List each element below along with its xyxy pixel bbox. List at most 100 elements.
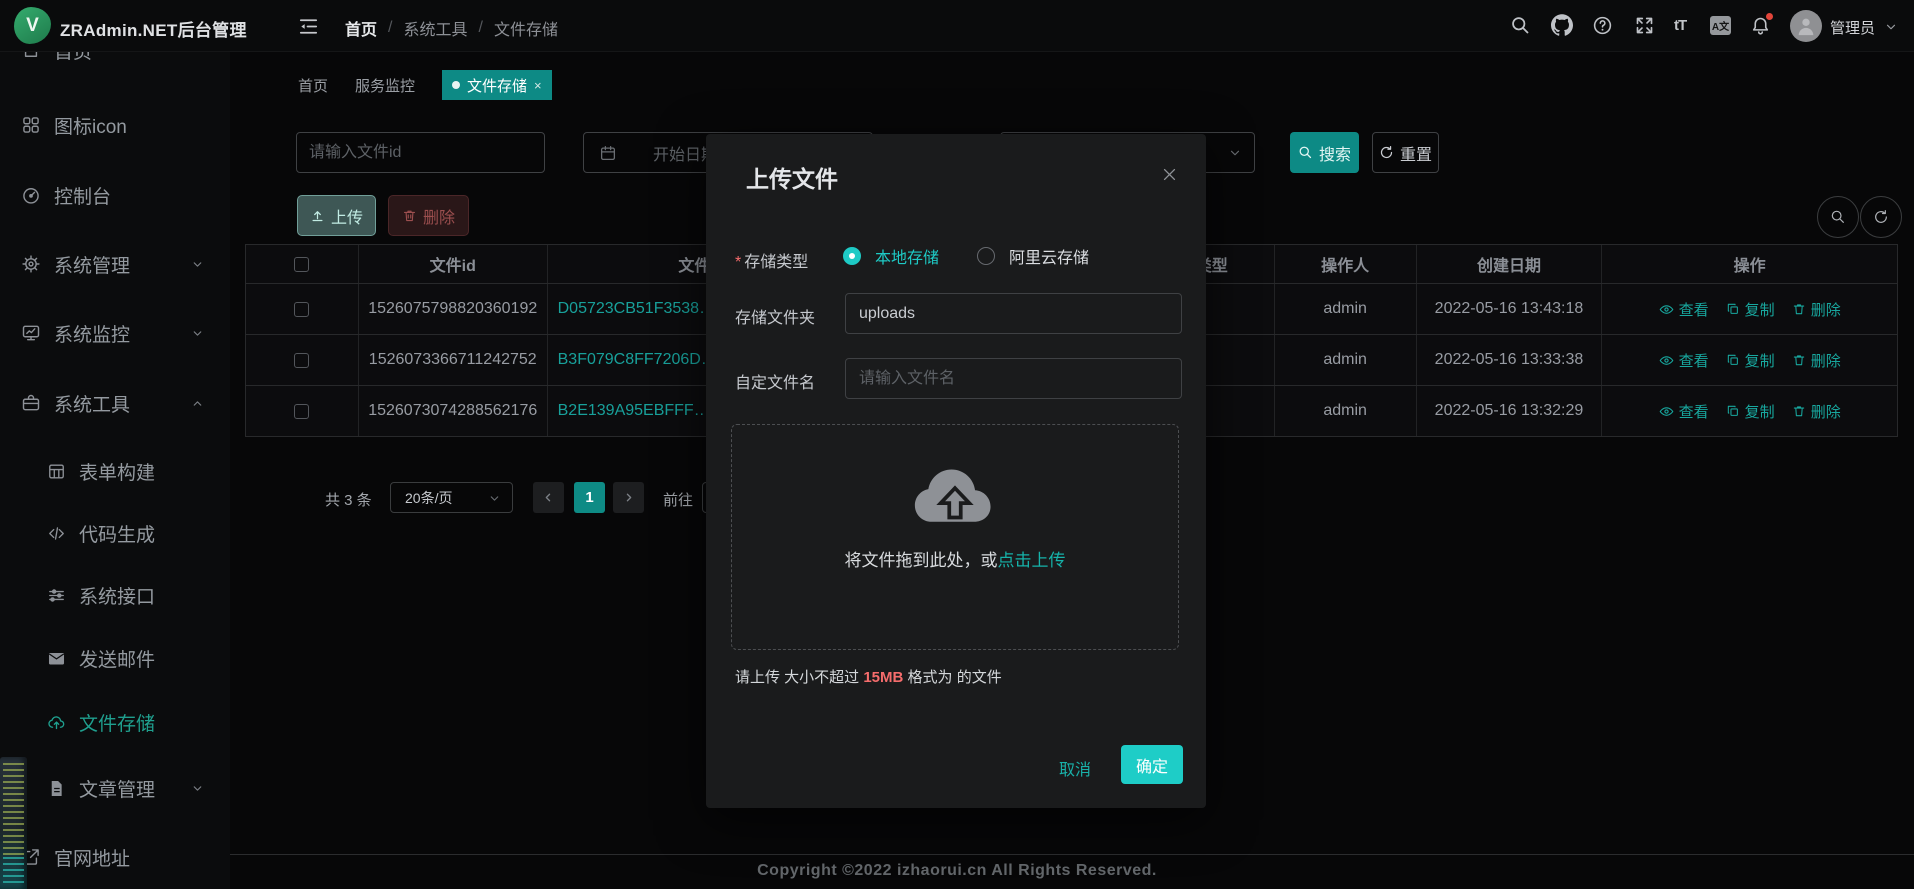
copy-link[interactable]: 复制 <box>1726 401 1775 422</box>
sidebar-item-system-tools[interactable]: 系统工具 <box>0 379 230 427</box>
copy-link[interactable]: 复制 <box>1726 299 1775 320</box>
cell-operator: admin <box>1275 284 1417 334</box>
breadcrumb-home[interactable]: 首页 <box>345 16 377 40</box>
upload-dropzone[interactable]: 将文件拖到此处，或点击上传 <box>731 424 1179 650</box>
copy-link[interactable]: 复制 <box>1726 350 1775 371</box>
row-checkbox[interactable] <box>294 404 309 419</box>
fullscreen-icon[interactable] <box>1634 15 1655 36</box>
tab-close-icon[interactable]: × <box>534 78 542 93</box>
row-checkbox[interactable] <box>294 302 309 317</box>
radio-local-storage-label[interactable]: 本地存储 <box>875 244 939 268</box>
chevron-down-icon <box>488 492 501 505</box>
app-title: ZRAdmin.NET后台管理 <box>60 16 247 41</box>
sidebar-item-icons[interactable]: 图标icon <box>0 101 230 149</box>
cell-created: 2022-05-16 13:43:18 <box>1417 284 1603 334</box>
refresh-table-button[interactable] <box>1860 196 1902 238</box>
breadcrumb-system-tools[interactable]: 系统工具 <box>403 16 467 40</box>
delete-link[interactable]: 删除 <box>1792 350 1841 371</box>
sidebar-item-code-gen[interactable]: 代码生成 <box>0 509 230 557</box>
app-logo[interactable]: V <box>14 7 51 44</box>
file-name-link[interactable]: D05723CB51F3538… <box>558 300 715 318</box>
current-page-button[interactable]: 1 <box>574 482 605 513</box>
footer-copyright: Copyright ©2022 izhaorui.cn All Rights R… <box>0 862 1914 880</box>
article-icon <box>47 779 66 798</box>
view-link[interactable]: 查看 <box>1659 299 1709 320</box>
cell-file-id: 1526075798820360192 <box>359 284 548 334</box>
cell-operator: admin <box>1275 335 1417 385</box>
avatar[interactable] <box>1790 10 1822 42</box>
next-page-button[interactable] <box>613 482 644 513</box>
row-checkbox[interactable] <box>294 353 309 368</box>
translate-icon[interactable]: A文 <box>1710 16 1731 35</box>
radio-local-storage[interactable] <box>843 247 861 265</box>
footer-divider <box>230 854 1914 855</box>
server-rack-decoration <box>0 757 27 889</box>
toolbox-icon <box>21 393 41 413</box>
column-header-file-id: 文件id <box>359 245 548 283</box>
cancel-button[interactable]: 取消 <box>1050 753 1100 783</box>
page-size-select[interactable]: 20条/页 <box>390 482 513 513</box>
close-icon[interactable] <box>1161 166 1178 183</box>
view-link[interactable]: 查看 <box>1659 401 1709 422</box>
search-button-label: 搜索 <box>1319 141 1351 165</box>
sidebar-item-label: 文件存储 <box>79 709 155 736</box>
sidebar-item-system-monitor[interactable]: 系统监控 <box>0 309 230 357</box>
header-search-icon[interactable] <box>1510 15 1531 36</box>
hide-search-button[interactable] <box>1817 196 1859 238</box>
trash-icon <box>1792 302 1806 316</box>
delete-link[interactable]: 删除 <box>1792 401 1841 422</box>
delete-link[interactable]: 删除 <box>1792 299 1841 320</box>
tab-home[interactable]: 首页 <box>298 75 328 96</box>
sidebar-item-system-api[interactable]: 系统接口 <box>0 571 230 619</box>
sidebar-item-label: 发送邮件 <box>79 645 155 672</box>
grid-icon <box>21 115 41 135</box>
reset-button[interactable]: 重置 <box>1372 132 1439 173</box>
tab-service-monitor[interactable]: 服务监控 <box>355 75 415 96</box>
folder-input[interactable] <box>845 293 1182 334</box>
copy-icon <box>1726 353 1740 367</box>
sliders-icon <box>47 586 66 605</box>
tab-file-storage-active[interactable]: 文件存储 × <box>442 70 552 100</box>
confirm-button[interactable]: 确定 <box>1121 745 1183 784</box>
radio-aliyun-storage-label[interactable]: 阿里云存储 <box>1009 244 1089 268</box>
font-size-icon[interactable]: tT <box>1674 17 1686 34</box>
delete-button[interactable]: 删除 <box>388 195 469 236</box>
sidebar-item-console[interactable]: 控制台 <box>0 171 230 219</box>
sidebar-item-label: 图标icon <box>54 112 127 139</box>
upload-button[interactable]: 上传 <box>297 195 376 236</box>
cell-file-id: 1526073074288562176 <box>359 386 548 436</box>
sidebar-item-send-mail[interactable]: 发送邮件 <box>0 634 230 682</box>
dialog-title: 上传文件 <box>746 160 838 194</box>
sidebar-item-official-site[interactable]: 官网地址 <box>0 833 230 881</box>
chevron-down-icon <box>191 258 204 271</box>
cloud-upload-icon <box>912 463 998 529</box>
cell-operator: admin <box>1275 386 1417 436</box>
radio-aliyun-storage[interactable] <box>977 247 995 265</box>
sidebar-item-system-admin[interactable]: 系统管理 <box>0 240 230 288</box>
sidebar-item-label: 表单构建 <box>79 458 155 485</box>
filename-input[interactable] <box>845 358 1182 399</box>
view-link[interactable]: 查看 <box>1659 350 1709 371</box>
column-header-operator: 操作人 <box>1275 245 1417 283</box>
sidebar-item-article-admin[interactable]: 文章管理 <box>0 764 230 812</box>
search-button[interactable]: 搜索 <box>1290 132 1359 173</box>
user-name[interactable]: 管理员 <box>1830 17 1875 38</box>
tab-label: 文件存储 <box>467 75 527 96</box>
help-icon[interactable] <box>1592 15 1613 36</box>
select-all-checkbox[interactable] <box>294 257 309 272</box>
sidebar-item-file-storage[interactable]: 文件存储 <box>0 698 230 746</box>
file-name-link[interactable]: B2E139A95EBFFF… <box>558 402 710 420</box>
gear-icon <box>21 254 41 274</box>
sidebar-item-form-builder[interactable]: 表单构建 <box>0 447 230 495</box>
github-icon[interactable] <box>1551 14 1573 36</box>
prev-page-button[interactable] <box>533 482 564 513</box>
column-header-actions: 操作 <box>1602 245 1897 283</box>
sidebar-fold-icon[interactable] <box>297 15 320 38</box>
click-to-upload-link[interactable]: 点击上传 <box>998 551 1066 570</box>
notification-bell-icon[interactable] <box>1750 15 1771 36</box>
chevron-down-icon[interactable] <box>1884 20 1898 34</box>
upload-dialog: 上传文件 *存储类型 本地存储 阿里云存储 存储文件夹 自定文件名 将文件拖到此… <box>706 134 1206 808</box>
file-name-link[interactable]: B3F079C8FF7206D… <box>558 351 717 369</box>
breadcrumb-file-storage: 文件存储 <box>494 16 558 40</box>
file-id-input[interactable] <box>296 132 545 173</box>
